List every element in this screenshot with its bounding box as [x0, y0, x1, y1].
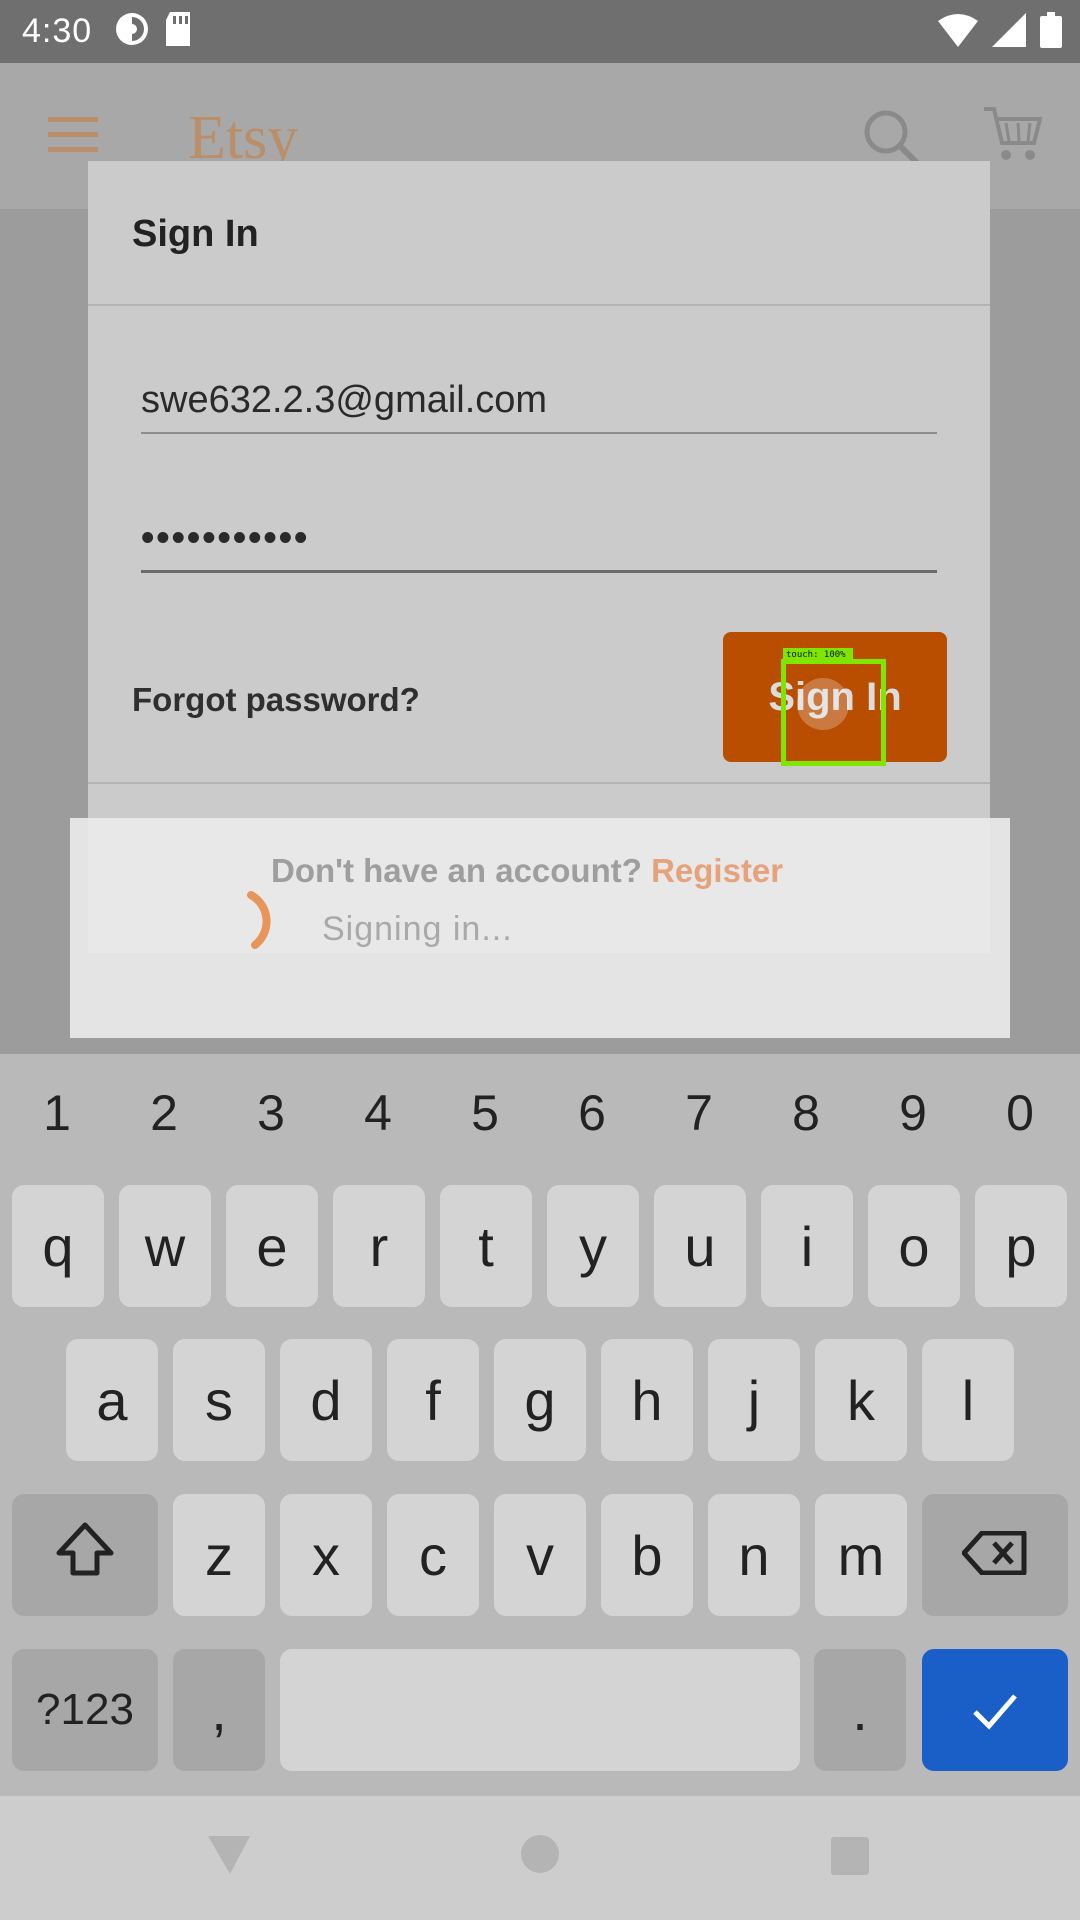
key-l[interactable]: l: [922, 1339, 1014, 1461]
backspace-key[interactable]: [922, 1494, 1068, 1616]
menu-icon[interactable]: [48, 115, 98, 160]
number-key[interactable]: 7: [669, 1084, 729, 1142]
key-d[interactable]: d: [280, 1339, 372, 1461]
touch-indicator-label: touch: 100%: [783, 648, 853, 662]
period-key[interactable]: .: [814, 1649, 906, 1771]
number-key[interactable]: 3: [241, 1084, 301, 1142]
number-row: 1234567890: [0, 1084, 1080, 1144]
key-r[interactable]: r: [333, 1185, 425, 1307]
key-v[interactable]: v: [494, 1494, 586, 1616]
cart-icon[interactable]: [982, 105, 1043, 168]
number-key[interactable]: 2: [134, 1084, 194, 1142]
key-w[interactable]: w: [119, 1185, 211, 1307]
number-key[interactable]: 1: [27, 1084, 87, 1142]
register-prompt: Don't have an account? Register: [271, 852, 783, 890]
number-key[interactable]: 0: [990, 1084, 1050, 1142]
key-x[interactable]: x: [280, 1494, 372, 1616]
loading-spinner: [211, 883, 281, 953]
backspace-icon: [961, 1523, 1028, 1588]
touch-indicator-box: [781, 659, 886, 766]
number-key[interactable]: 5: [455, 1084, 515, 1142]
battery-icon: [1040, 12, 1062, 53]
key-z[interactable]: z: [173, 1494, 265, 1616]
register-prompt-text: Don't have an account?: [271, 852, 642, 889]
dialog-title: Sign In: [132, 213, 259, 255]
key-m[interactable]: m: [815, 1494, 907, 1616]
wifi-icon: [938, 13, 978, 52]
symbols-key[interactable]: ?123: [12, 1649, 158, 1771]
home-icon[interactable]: [520, 1834, 560, 1879]
key-b[interactable]: b: [601, 1494, 693, 1616]
signal-icon: [992, 13, 1026, 52]
status-bar: 4:30: [0, 0, 1080, 63]
shift-key[interactable]: [12, 1494, 158, 1616]
divider: [88, 304, 990, 306]
key-j[interactable]: j: [708, 1339, 800, 1461]
nav-bar: [0, 1796, 1080, 1920]
key-p[interactable]: p: [975, 1185, 1067, 1307]
status-time: 4:30: [22, 12, 93, 50]
done-key[interactable]: [922, 1649, 1068, 1771]
space-key[interactable]: [280, 1649, 800, 1771]
key-k[interactable]: k: [815, 1339, 907, 1461]
recents-icon[interactable]: [830, 1836, 870, 1881]
key-i[interactable]: i: [761, 1185, 853, 1307]
key-g[interactable]: g: [494, 1339, 586, 1461]
register-link[interactable]: Register: [651, 852, 783, 889]
password-field[interactable]: •••••••••••: [141, 517, 937, 573]
number-key[interactable]: 4: [348, 1084, 408, 1142]
key-e[interactable]: e: [226, 1185, 318, 1307]
back-icon[interactable]: [206, 1832, 252, 1883]
number-key[interactable]: 9: [883, 1084, 943, 1142]
key-h[interactable]: h: [601, 1339, 693, 1461]
forgot-password-link[interactable]: Forgot password?: [132, 681, 420, 719]
comma-key[interactable]: ,: [173, 1649, 265, 1771]
progress-dialog: Don't have an account? Register Signing …: [70, 818, 1010, 1038]
email-field[interactable]: swe632.2.3@gmail.com: [141, 379, 937, 434]
key-f[interactable]: f: [387, 1339, 479, 1461]
key-c[interactable]: c: [387, 1494, 479, 1616]
key-s[interactable]: s: [173, 1339, 265, 1461]
check-icon: [971, 1678, 1019, 1743]
key-a[interactable]: a: [66, 1339, 158, 1461]
key-u[interactable]: u: [654, 1185, 746, 1307]
number-key[interactable]: 8: [776, 1084, 836, 1142]
key-t[interactable]: t: [440, 1185, 532, 1307]
key-o[interactable]: o: [868, 1185, 960, 1307]
divider: [88, 782, 990, 784]
keyboard: 1234567890 qwertyuiop asdfghjkl zxcvbnm …: [0, 1054, 1080, 1796]
key-n[interactable]: n: [708, 1494, 800, 1616]
shift-icon: [55, 1521, 115, 1590]
progress-text: Signing in...: [322, 910, 513, 948]
sd-card-icon: [164, 12, 192, 51]
key-y[interactable]: y: [547, 1185, 639, 1307]
number-key[interactable]: 6: [562, 1084, 622, 1142]
data-saver-icon: [114, 11, 150, 52]
key-q[interactable]: q: [12, 1185, 104, 1307]
